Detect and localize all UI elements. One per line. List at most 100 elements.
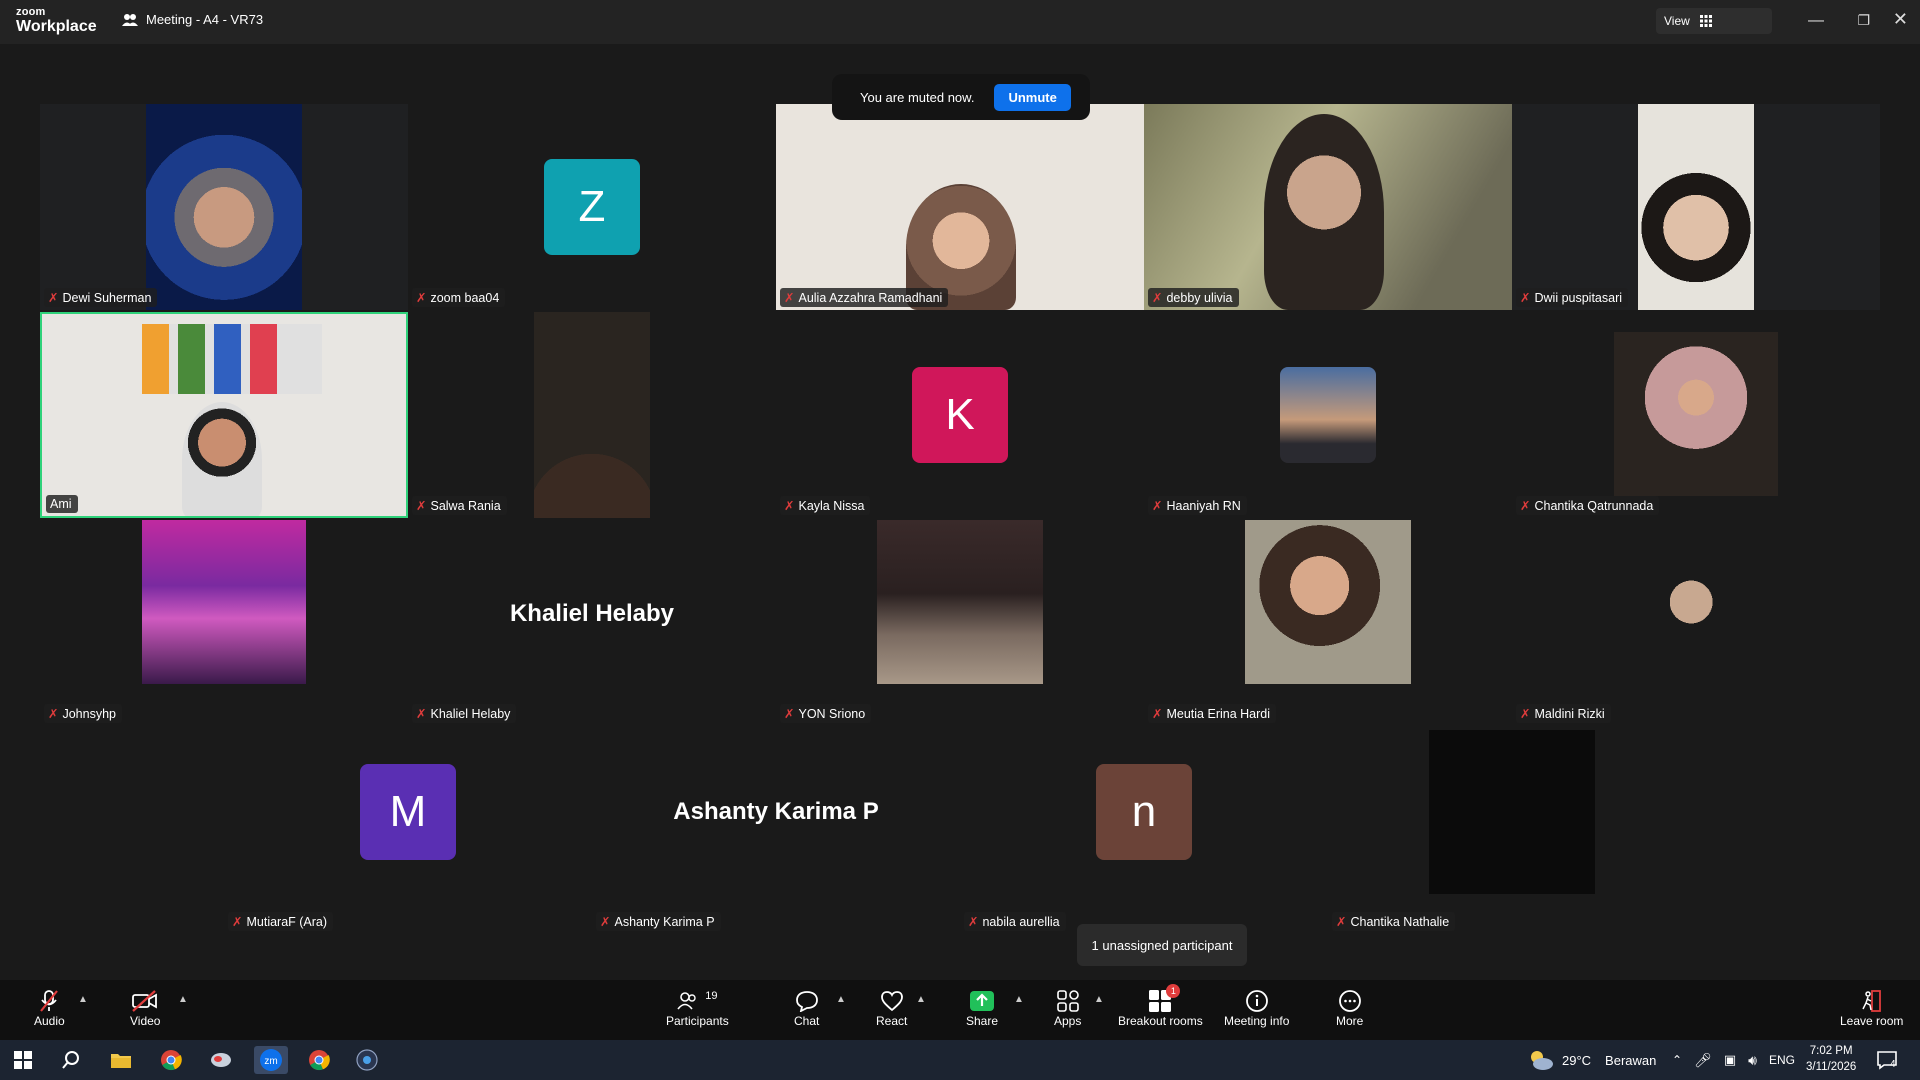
chat-options-chevron-icon[interactable]: ▲ [836, 994, 846, 1005]
chrome-profile-icon[interactable] [304, 1046, 334, 1074]
profile-picture [877, 520, 1043, 684]
name-tag: ✗ nabila aurellia [964, 912, 1066, 931]
name-tag: ✗ Maldini Rizki [1516, 704, 1611, 723]
profile-picture [1648, 554, 1744, 650]
participants-button[interactable]: 19 Participants [666, 988, 729, 1028]
participant-video [146, 104, 302, 310]
notification-center[interactable]: 4 [1876, 1040, 1897, 1080]
video-tile-active-speaker[interactable]: Ami [40, 312, 408, 518]
chat-icon [795, 991, 818, 1012]
chat-button[interactable]: Chat [794, 988, 819, 1028]
more-button[interactable]: More [1336, 988, 1363, 1028]
language-indicator[interactable]: ENG [1769, 1053, 1795, 1067]
file-explorer-icon[interactable] [106, 1046, 136, 1074]
camera-app-icon[interactable] [352, 1046, 382, 1074]
participant-video [1638, 104, 1754, 310]
video-button[interactable]: Video [130, 988, 160, 1028]
volume-icon[interactable]: 🔊︎ [1748, 1052, 1757, 1069]
video-tile[interactable]: Khaliel Helaby ✗ Khaliel Helaby [408, 520, 776, 726]
app-icon[interactable] [206, 1046, 236, 1074]
video-tile[interactable]: ✗ Aulia Azzahra Ramadhani [776, 104, 1144, 310]
video-tile[interactable]: ✗ Meutia Erina Hardi [1144, 520, 1512, 726]
video-tile[interactable]: ✗ YON Sriono [776, 520, 1144, 726]
minimize-icon[interactable]: — [1808, 12, 1824, 30]
video-tile[interactable]: Ashanty Karima P ✗ Ashanty Karima P [592, 728, 960, 934]
clock[interactable]: 7:02 PM 3/11/2026 [1806, 1040, 1856, 1080]
meeting-title[interactable]: Meeting - A4 - VR73 [122, 12, 263, 27]
video-tile[interactable]: ✗ Salwa Rania [408, 312, 776, 518]
view-button[interactable]: View [1656, 8, 1772, 34]
video-tile[interactable]: ✗ Dwii puspitasari [1512, 104, 1880, 310]
name-tag: ✗ Chantika Qatrunnada [1516, 496, 1660, 515]
windows-start-icon[interactable] [8, 1046, 38, 1074]
system-tray: ⌃ 🎤︎ ▣ 🔊︎ ENG [1672, 1040, 1795, 1080]
name-tag: ✗ Khaliel Helaby [412, 704, 517, 723]
unmute-button[interactable]: Unmute [994, 83, 1071, 111]
display-name: Khaliel Helaby [509, 600, 675, 627]
meeting-info-button[interactable]: Meeting info [1224, 988, 1289, 1028]
muted-notification: You are muted now. Unmute [832, 74, 1090, 120]
network-icon[interactable]: ▣ [1724, 1052, 1736, 1068]
more-icon [1338, 990, 1361, 1012]
zoom-logo: zoom Workplace [16, 6, 97, 35]
mic-muted-icon: ✗ [1152, 499, 1163, 513]
apps-icon [1056, 990, 1079, 1012]
title-bar: zoom Workplace Meeting - A4 - VR73 View … [0, 0, 1920, 44]
react-button[interactable]: React [876, 988, 907, 1028]
breakout-badge: 1 [1166, 984, 1181, 998]
breakout-rooms-button[interactable]: 1 Breakout rooms [1118, 984, 1203, 1028]
gallery-view: ✗ Dewi Suherman Z ✗ zoom baa04 ✗ Aulia Azza… [0, 44, 1920, 980]
cloudy-weather-icon [1531, 1051, 1553, 1070]
video-tile[interactable]: n ✗ nabila aurellia [960, 728, 1328, 934]
video-tile[interactable]: ✗ debby ulivia [1144, 104, 1512, 310]
video-tile[interactable]: ✗ Haaniyah RN [1144, 312, 1512, 518]
zoom-taskbar-icon[interactable]: zm [254, 1046, 288, 1074]
windows-taskbar: zm 29°C Berawan ⌃ 🎤︎ ▣ 🔊︎ ENG 7:02 PM 3/… [0, 1040, 1920, 1080]
tray-chevron-up-icon[interactable]: ⌃ [1672, 1053, 1682, 1067]
video-tile[interactable]: ✗ Maldini Rizki [1512, 520, 1880, 726]
apps-options-chevron-icon[interactable]: ▲ [1094, 994, 1104, 1005]
mic-muted-icon: ✗ [784, 499, 795, 513]
name-tag: ✗ Aulia Azzahra Ramadhani [780, 288, 949, 307]
video-tile[interactable]: Z ✗ zoom baa04 [408, 104, 776, 310]
react-options-chevron-icon[interactable]: ▲ [916, 994, 926, 1005]
video-options-chevron-icon[interactable]: ▲ [178, 994, 188, 1005]
meeting-toolbar: Audio ▲ Video ▲ 19 Participants Chat ▲ R… [0, 980, 1920, 1040]
profile-picture [1280, 367, 1376, 463]
microphone-icon[interactable]: 🎤︎ [1694, 1052, 1712, 1069]
search-icon[interactable] [56, 1046, 86, 1074]
leave-room-button[interactable]: Leave room [1840, 988, 1903, 1028]
audio-button[interactable]: Audio [34, 988, 65, 1028]
mic-muted-icon: ✗ [968, 915, 979, 929]
name-tag: ✗ YON Sriono [780, 704, 872, 723]
video-tile[interactable]: ✗ Chantika Qatrunnada [1512, 312, 1880, 518]
share-button[interactable]: Share [966, 988, 998, 1028]
name-tag: ✗ zoom baa04 [412, 288, 506, 307]
restore-icon[interactable]: ❐ [1857, 12, 1870, 29]
profile-picture [142, 520, 306, 684]
video-tile[interactable]: M ✗ MutiaraF (Ara) [224, 728, 592, 934]
name-tag: ✗ Haaniyah RN [1148, 496, 1247, 515]
video-tile[interactable]: ✗ Dewi Suherman [40, 104, 408, 310]
grid-icon [1699, 15, 1712, 27]
share-options-chevron-icon[interactable]: ▲ [1014, 994, 1024, 1005]
profile-picture [1245, 520, 1411, 684]
name-tag: ✗ debby ulivia [1148, 288, 1239, 307]
mic-muted-icon: ✗ [48, 707, 59, 721]
chrome-icon[interactable] [156, 1046, 186, 1074]
weather-widget[interactable]: 29°C Berawan [1528, 1040, 1656, 1080]
mic-muted-icon: ✗ [784, 291, 795, 305]
video-tile[interactable]: K ✗ Kayla Nissa [776, 312, 1144, 518]
mic-muted-icon: ✗ [48, 291, 59, 305]
participants-group-icon [122, 13, 138, 26]
participants-count: 19 [705, 990, 718, 1002]
video-tile[interactable]: ✗ Chantika Nathalie [1328, 728, 1696, 934]
audio-options-chevron-icon[interactable]: ▲ [78, 994, 88, 1005]
mic-muted-icon: ✗ [1152, 707, 1163, 721]
avatar: Z [544, 159, 640, 255]
apps-button[interactable]: Apps [1054, 988, 1081, 1028]
close-icon[interactable]: ✕ [1893, 9, 1908, 30]
notification-count: 4 [1890, 1058, 1896, 1070]
name-tag: ✗ Dwii puspitasari [1516, 288, 1629, 307]
video-tile[interactable]: ✗ Johnsyhp [40, 520, 408, 726]
